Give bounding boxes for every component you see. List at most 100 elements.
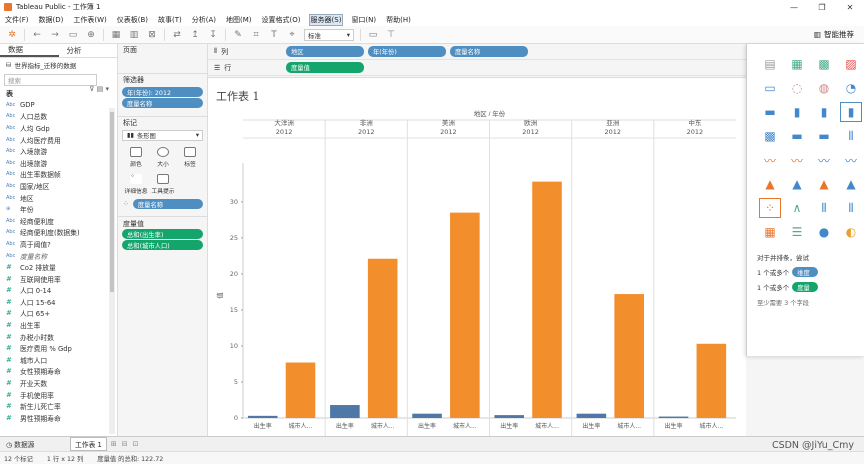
field-item[interactable]: Abc 地区 — [0, 192, 117, 204]
measure-pill[interactable]: 总和(城市人口) — [122, 240, 203, 250]
chart-type-thumbnail[interactable]: ▲ — [759, 174, 781, 194]
menu-item[interactable]: 地图(M) — [225, 15, 253, 25]
share-icon[interactable]: ⊤ — [385, 29, 397, 41]
chart-type-thumbnail[interactable]: ◔ — [840, 78, 862, 98]
marks-pill[interactable]: 度量名称 — [132, 199, 203, 209]
chart-type-thumbnail[interactable]: 〰 — [840, 150, 862, 170]
color-button[interactable]: 颜色 — [124, 145, 148, 169]
field-item[interactable]: # 城市人口 — [0, 354, 117, 366]
filter-icon[interactable]: ⊽ ▤ ▾ — [89, 85, 109, 93]
scrollbar-thumb[interactable] — [110, 112, 114, 292]
mark-type-select[interactable]: ▮▮ 条形图 ▾ — [122, 130, 203, 141]
field-item[interactable]: # 人口 65+ — [0, 308, 117, 320]
pages-card[interactable]: 页面 — [118, 44, 207, 74]
field-item[interactable]: Abc 人均医疗费用 — [0, 134, 117, 146]
tooltip-button[interactable]: 工具提示 — [151, 172, 175, 196]
chart-type-thumbnail[interactable]: ▬ — [786, 126, 808, 146]
label-icon[interactable]: T — [268, 29, 280, 41]
field-item[interactable]: Abc GDP — [0, 99, 117, 111]
rows-pill[interactable]: 度量值 — [286, 62, 364, 73]
pin-icon[interactable]: ⌖ — [286, 29, 298, 41]
menu-item[interactable]: 仪表板(B) — [116, 15, 149, 25]
highlight-icon[interactable]: ✎ — [232, 29, 244, 41]
columns-pill[interactable]: 度量名称 — [450, 46, 528, 57]
chart-type-thumbnail[interactable]: ⦀ — [840, 198, 862, 218]
field-item[interactable]: Abc 高于阈值? — [0, 238, 117, 250]
clear-sheet-icon[interactable]: ⊠ — [146, 29, 158, 41]
new-story-icon[interactable]: ⊡ — [133, 440, 139, 448]
field-item[interactable]: # 女性预期寿命 — [0, 366, 117, 378]
redo-icon[interactable]: → — [49, 29, 61, 41]
field-item[interactable]: # 办税小时数 — [0, 331, 117, 343]
menu-item[interactable]: 设置格式(O) — [261, 15, 302, 25]
tab-analysis[interactable]: 分析 — [59, 44, 118, 57]
chart-type-thumbnail[interactable]: ▬ — [813, 126, 835, 146]
filter-pill[interactable]: 年(年份): 2012 — [122, 87, 203, 97]
menu-item[interactable]: 分析(A) — [191, 15, 217, 25]
field-item[interactable]: Abc 人均 Gdp — [0, 122, 117, 134]
swap-icon[interactable]: ⇄ — [171, 29, 183, 41]
field-item[interactable]: Abc 经商便利度(数据集) — [0, 227, 117, 239]
chart-type-thumbnail[interactable]: ▲ — [840, 174, 862, 194]
field-item[interactable]: Abc 出生率数据帧 — [0, 169, 117, 181]
size-button[interactable]: 大小 — [151, 145, 175, 169]
minimize-button[interactable]: — — [780, 0, 808, 14]
field-item[interactable]: Abc 人口总数 — [0, 111, 117, 123]
tableau-start-icon[interactable]: ✲ — [6, 29, 18, 41]
columns-shelf[interactable]: ⦀ 列 地区 年(年份) 度量名称 — [208, 44, 746, 60]
chart-type-thumbnail[interactable]: ▬ — [759, 102, 781, 122]
duplicate-sheet-icon[interactable]: ▥ — [128, 29, 140, 41]
chart-type-thumbnail[interactable]: ▦ — [786, 54, 808, 74]
datasource-item[interactable]: ⛁ 世界指标_迁移的数据 — [0, 58, 117, 72]
field-item[interactable]: Abc 经商便利度 — [0, 215, 117, 227]
close-button[interactable]: ✕ — [836, 0, 864, 14]
field-item[interactable]: # 男性预期寿命 — [0, 412, 117, 424]
chart-type-thumbnail[interactable]: 〰 — [759, 150, 781, 170]
presentation-icon[interactable]: ▭ — [367, 29, 379, 41]
chart-type-thumbnail[interactable]: ▭ — [759, 78, 781, 98]
chart-type-thumbnail[interactable]: ⁘ — [759, 198, 781, 218]
label-button[interactable]: 标签 — [178, 145, 202, 169]
menu-item[interactable]: 帮助(H) — [385, 15, 412, 25]
filter-pill[interactable]: 度量名称 — [122, 98, 203, 108]
field-item[interactable]: ⊕ 年份 — [0, 203, 117, 215]
field-item[interactable]: # 手机使用率 — [0, 389, 117, 401]
chart-type-thumbnail[interactable]: ▨ — [840, 54, 862, 74]
chart-type-thumbnail[interactable]: ▲ — [786, 174, 808, 194]
field-item[interactable]: # 医疗费用 % Gdp — [0, 342, 117, 354]
chart-type-thumbnail[interactable]: ◍ — [813, 78, 835, 98]
chart-type-thumbnail[interactable]: ● — [813, 222, 835, 242]
worksheet-canvas[interactable]: 工作表 1 地区 / 年份值 0 5 10 15 20 25 30 大洋洲 2012 出生率 城市人.… — [208, 78, 746, 436]
detail-button[interactable]: ⁘ 详细信息 — [124, 172, 148, 196]
chart-type-thumbnail[interactable]: ▮ — [840, 102, 862, 122]
field-search-input[interactable]: 搜索 — [4, 74, 97, 86]
sort-desc-icon[interactable]: ↧ — [207, 29, 219, 41]
sheet-tab[interactable]: 工作表 1 — [70, 437, 107, 451]
chart-type-thumbnail[interactable]: ∧ — [786, 198, 808, 218]
chart-type-thumbnail[interactable]: ▲ — [813, 174, 835, 194]
field-item[interactable]: Abc 国家/地区 — [0, 180, 117, 192]
menu-item[interactable]: 文件(F) — [4, 15, 30, 25]
field-item[interactable]: # 出生率 — [0, 319, 117, 331]
menu-item[interactable]: 窗口(N) — [350, 15, 377, 25]
new-sheet-icon[interactable]: ▦ — [110, 29, 122, 41]
field-item[interactable]: # 人口 15-64 — [0, 296, 117, 308]
smart-recommend-button[interactable]: ▥ 智能推荐 — [814, 29, 854, 40]
datasource-tab[interactable]: ◷ 数据源 — [0, 439, 70, 449]
chart-type-thumbnail[interactable]: 〰 — [786, 150, 808, 170]
chart-type-thumbnail[interactable]: ▩ — [759, 126, 781, 146]
chart-type-thumbnail[interactable]: ⦀ — [840, 126, 862, 146]
chart-type-thumbnail[interactable]: ◐ — [840, 222, 862, 242]
columns-pill[interactable]: 地区 — [286, 46, 364, 57]
rows-shelf[interactable]: ☰ 行 度量值 — [208, 60, 746, 76]
tab-data[interactable]: 数据 — [0, 44, 59, 57]
chart-type-thumbnail[interactable]: 〰 — [813, 150, 835, 170]
fit-select[interactable]: 标准 ▾ — [304, 28, 354, 41]
chart-type-thumbnail[interactable]: ▮ — [786, 102, 808, 122]
menu-item[interactable]: 服务器(S) — [308, 14, 344, 26]
chart-type-thumbnail[interactable]: ▤ — [759, 54, 781, 74]
new-datasource-icon[interactable]: ⊕ — [85, 29, 97, 41]
chart-type-thumbnail[interactable]: ☰ — [786, 222, 808, 242]
chart-type-thumbnail[interactable]: ◌ — [786, 78, 808, 98]
field-list-scrollbar[interactable] — [109, 108, 115, 434]
